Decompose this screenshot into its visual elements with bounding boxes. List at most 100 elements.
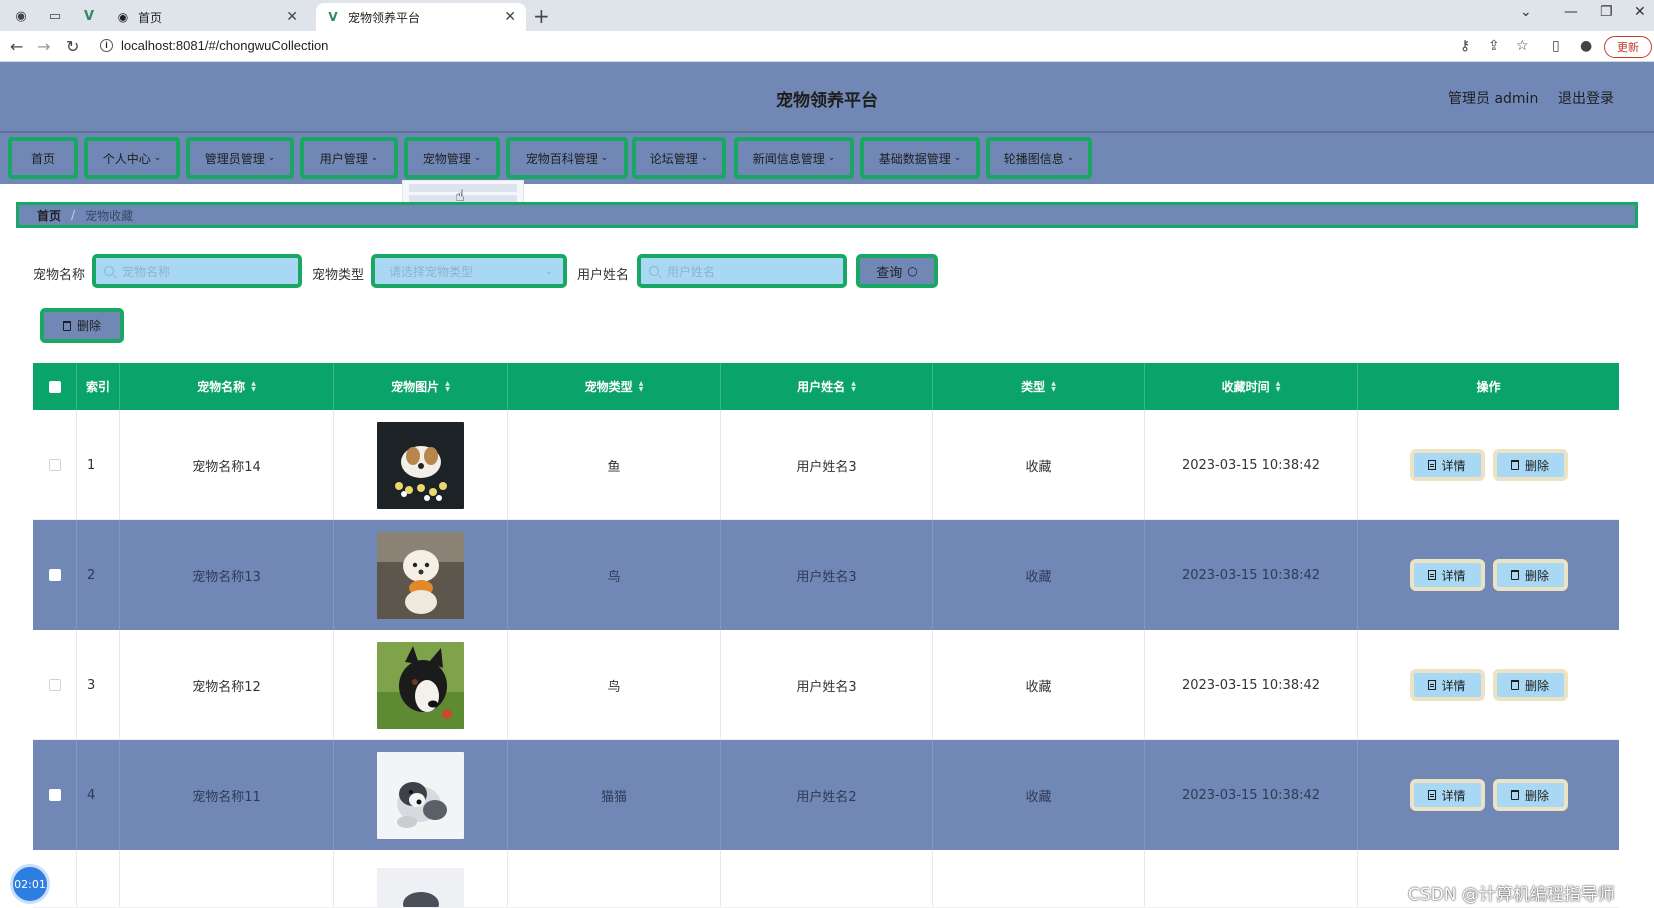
batch-delete-button[interactable]: 删除	[40, 308, 124, 343]
table-row: 3 宠物名称12 鸟 用户姓名3 收藏 2023-03-15 10:38:42 …	[33, 630, 1619, 740]
detail-button[interactable]: 详情	[1409, 779, 1485, 811]
bookmark-star-icon[interactable]: ☆	[1516, 38, 1529, 54]
side-panel-icon[interactable]: ▯	[1552, 38, 1560, 54]
delete-label: 删除	[1524, 678, 1549, 693]
pet-name-input[interactable]: 宠物名称	[92, 254, 302, 288]
logout-link[interactable]: 退出登录	[1558, 88, 1614, 108]
close-tab-icon[interactable]: ✕	[504, 9, 516, 25]
document-icon	[1428, 790, 1437, 800]
delete-button[interactable]: 删除	[1492, 449, 1568, 481]
user-name-input[interactable]: 用户姓名	[637, 254, 847, 288]
vue-tab-icon[interactable]: V	[74, 5, 104, 27]
tab-home-label: 首页	[138, 10, 163, 25]
delete-label: 删除	[1524, 788, 1549, 803]
current-user: 管理员 admin	[1448, 91, 1539, 107]
chevron-down-icon: ⌄	[1066, 153, 1075, 163]
sort-icon[interactable]: ▲ ▼	[1051, 380, 1056, 393]
breadcrumb-home[interactable]: 首页	[37, 207, 61, 224]
user-name-cell: 用户姓名3	[721, 410, 933, 520]
blank-tab-icon[interactable]: ▭	[40, 5, 70, 27]
pet-photo-black-white-dog[interactable]	[377, 641, 464, 729]
tab-search-chevron-icon[interactable]: ⌄	[1520, 4, 1532, 20]
browser-update-button[interactable]: 更新	[1604, 36, 1652, 58]
back-arrow-icon[interactable]: ←	[10, 37, 23, 56]
delete-button[interactable]: 删除	[1492, 559, 1568, 591]
browser-favicon-icon[interactable]: ◉	[6, 5, 36, 27]
sort-icon[interactable]: ▲ ▼	[851, 380, 856, 393]
trash-icon	[1510, 790, 1519, 800]
sort-icon[interactable]: ▲ ▼	[445, 380, 450, 393]
site-info-icon[interactable]: i	[100, 39, 113, 52]
row-checkbox[interactable]	[48, 569, 61, 581]
column-label: 宠物图片	[391, 380, 440, 394]
column-header-user-name[interactable]: 用户姓名 ▲ ▼	[721, 363, 933, 410]
pet-name-cell	[120, 850, 334, 907]
trash-icon	[1510, 680, 1519, 690]
delete-button[interactable]: 删除	[1492, 779, 1568, 811]
query-button[interactable]: 查询 ○	[856, 254, 938, 288]
time-cell: 2023-03-15 10:38:42	[1145, 630, 1358, 740]
detail-button[interactable]: 详情	[1409, 449, 1485, 481]
pet-photo-grey-white-puppy[interactable]	[377, 751, 464, 839]
pet-type-cell: 鸟	[508, 630, 721, 740]
pet-photo-white-puppy[interactable]	[377, 531, 464, 619]
menu-item-base-data[interactable]: 基础数据管理 ⌄	[860, 137, 980, 179]
menu-item-forum-management[interactable]: 论坛管理 ⌄	[632, 137, 726, 179]
column-header-pet-type[interactable]: 宠物类型 ▲ ▼	[508, 363, 721, 410]
menu-item-home[interactable]: 首页	[8, 137, 78, 179]
key-icon[interactable]: ⚷	[1460, 38, 1470, 54]
menu-item-user-management[interactable]: 用户管理 ⌄	[300, 137, 398, 179]
sort-icon[interactable]: ▲ ▼	[639, 380, 644, 393]
tab-home[interactable]: ◉ 首页 ✕	[106, 3, 308, 31]
menu-item-pet-encyclopedia[interactable]: 宠物百科管理 ⌄	[506, 137, 628, 179]
close-window-icon[interactable]: ✕	[1634, 4, 1646, 20]
delete-button[interactable]: 删除	[1492, 669, 1568, 701]
pet-photo-white-brown-puppy[interactable]	[377, 421, 464, 509]
row-checkbox[interactable]	[48, 459, 61, 471]
sort-icon[interactable]: ▲ ▼	[251, 380, 256, 393]
actions-cell: 详情 删除	[1358, 630, 1619, 740]
pet-photo-partial[interactable]	[377, 868, 464, 908]
detail-button[interactable]: 详情	[1409, 559, 1485, 591]
close-tab-icon[interactable]: ✕	[286, 9, 298, 25]
sort-icon[interactable]: ▲ ▼	[1276, 380, 1281, 393]
restore-icon[interactable]: ❐	[1600, 4, 1613, 20]
chevron-down-icon: ⌄	[700, 153, 709, 163]
chevron-down-icon: ⌄	[953, 153, 962, 163]
select-all-checkbox[interactable]	[48, 380, 61, 393]
trash-icon	[62, 320, 71, 331]
share-icon[interactable]: ⇪	[1488, 38, 1500, 54]
column-header-time[interactable]: 收藏时间 ▲ ▼	[1145, 363, 1358, 410]
detail-label: 详情	[1441, 568, 1466, 583]
url-field[interactable]: i localhost:8081/#/chongwuCollection	[100, 38, 328, 53]
menu-item-label: 管理员管理	[204, 151, 265, 166]
chevron-down-icon: ⌄	[473, 153, 482, 163]
column-header-pet-name[interactable]: 宠物名称 ▲ ▼	[120, 363, 334, 410]
column-header-pet-photo[interactable]: 宠物图片 ▲ ▼	[334, 363, 508, 410]
table-row-partial	[33, 850, 1619, 908]
index-cell: 3	[77, 630, 120, 740]
row-checkbox[interactable]	[48, 789, 61, 801]
menu-item-admin-management[interactable]: 管理员管理 ⌄	[186, 137, 294, 179]
pet-type-select[interactable]: 请选择宠物类型 ⌄	[371, 254, 567, 288]
search-icon	[104, 266, 114, 276]
menu-item-news-management[interactable]: 新闻信息管理 ⌄	[734, 137, 854, 179]
row-select-cell	[33, 740, 77, 850]
profile-icon[interactable]: ●	[1580, 38, 1592, 54]
breadcrumb-current: 宠物收藏	[85, 208, 134, 223]
update-label: 更新	[1617, 41, 1639, 54]
menu-item-carousel-info[interactable]: 轮播图信息 ⌄	[986, 137, 1092, 179]
detail-button[interactable]: 详情	[1409, 669, 1485, 701]
new-tab-icon[interactable]: +	[533, 4, 550, 28]
kind-cell: 收藏	[933, 630, 1145, 740]
column-header-kind[interactable]: 类型 ▲ ▼	[933, 363, 1145, 410]
reload-icon[interactable]: ↻	[66, 37, 79, 56]
minimize-icon[interactable]: —	[1564, 4, 1578, 20]
pet-type-placeholder: 请选择宠物类型	[389, 264, 474, 279]
row-checkbox[interactable]	[48, 679, 61, 691]
forward-arrow-icon[interactable]: →	[37, 37, 50, 56]
menu-item-pet-management[interactable]: 宠物管理 ⌄	[404, 137, 500, 179]
menu-item-personal-center[interactable]: 个人中心 ⌄	[84, 137, 180, 179]
delete-label: 删除	[1524, 568, 1549, 583]
tab-pet-platform[interactable]: V 宠物领养平台 ✕	[316, 3, 526, 31]
